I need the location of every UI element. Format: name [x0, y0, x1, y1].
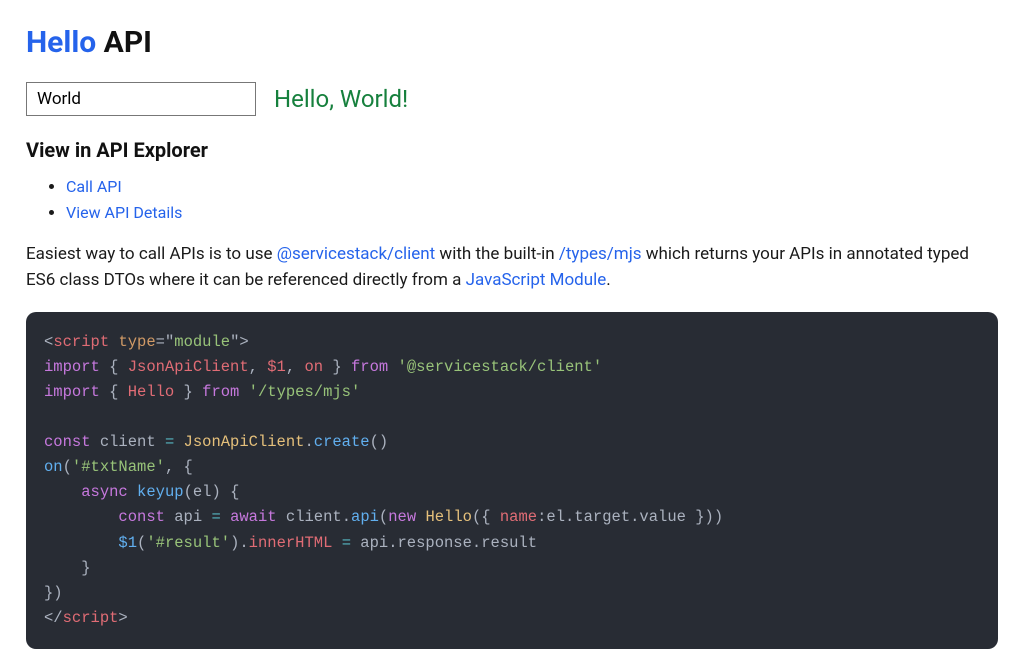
- page-title: Hello API: [26, 20, 998, 65]
- para-text: Easiest way to call APIs is to use: [26, 244, 277, 264]
- name-input[interactable]: [26, 82, 256, 116]
- input-row: Hello, World!: [26, 81, 998, 117]
- title-word-hello: Hello: [26, 25, 96, 60]
- view-api-details-link[interactable]: View API Details: [66, 203, 182, 222]
- explorer-heading: View in API Explorer: [26, 135, 998, 165]
- list-item: View API Details: [66, 201, 998, 225]
- types-mjs-link[interactable]: /types/mjs: [559, 244, 642, 264]
- code: <script type="module"> import { JsonApiC…: [44, 333, 723, 627]
- intro-paragraph: Easiest way to call APIs is to use @serv…: [26, 241, 998, 294]
- code-block: <script type="module"> import { JsonApiC…: [26, 312, 998, 649]
- para-text: .: [606, 270, 610, 290]
- explorer-links: Call API View API Details: [26, 175, 998, 225]
- title-word-api: API: [96, 25, 152, 60]
- para-text: with the built-in: [435, 244, 559, 264]
- javascript-module-link[interactable]: JavaScript Module: [466, 270, 607, 290]
- result-text: Hello, World!: [274, 81, 408, 117]
- call-api-link[interactable]: Call API: [66, 177, 122, 196]
- list-item: Call API: [66, 175, 998, 199]
- servicestack-client-link[interactable]: @servicestack/client: [277, 244, 436, 264]
